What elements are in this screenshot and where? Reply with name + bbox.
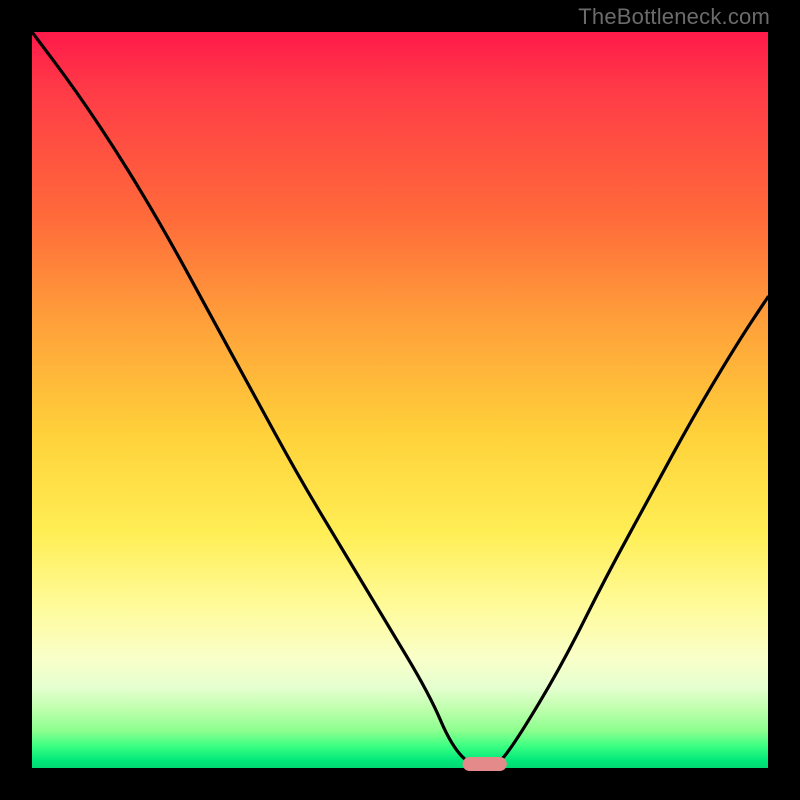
- chart-frame: TheBottleneck.com: [0, 0, 800, 800]
- plot-area: [32, 32, 768, 768]
- attribution-label: TheBottleneck.com: [578, 4, 770, 30]
